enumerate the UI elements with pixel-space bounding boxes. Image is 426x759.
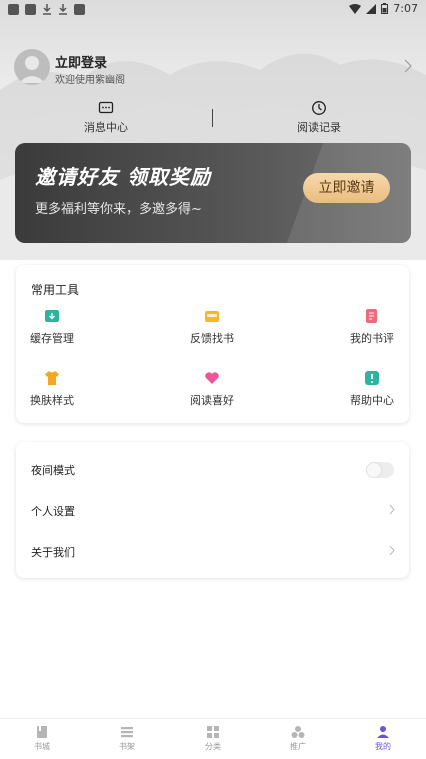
tool-feedback-find-book[interactable]: 反馈找书 <box>162 308 262 346</box>
profile-login-row[interactable]: 立即登录 欢迎使用紫幽阁 <box>14 49 412 89</box>
reading-history-label: 阅读记录 <box>297 121 341 134</box>
message-icon <box>98 101 114 114</box>
download-box-icon <box>45 310 59 322</box>
common-tools-card: 常用工具 缓存管理 反馈找书 我的书评 换肤样式 阅读喜好 帮助中心 <box>16 265 409 423</box>
settings-card: 夜间模式 个人设置 关于我们 <box>16 442 409 578</box>
reading-history-link[interactable]: 阅读记录 <box>259 100 379 135</box>
list-icon <box>121 727 133 738</box>
tool-change-skin[interactable]: 换肤样式 <box>2 370 102 408</box>
bottom-navigation: 书城 书架 分类 推广 我的 <box>0 718 426 759</box>
sim-icon <box>74 4 85 15</box>
download-icon <box>43 4 51 15</box>
message-center-link[interactable]: 消息中心 <box>46 100 166 135</box>
about-us-label: 关于我们 <box>31 546 75 559</box>
section-title: 常用工具 <box>31 283 80 297</box>
tool-cache-manage[interactable]: 缓存管理 <box>2 308 102 346</box>
banner-subtitle: 更多福利等你来，多邀多得~ <box>35 202 202 217</box>
grid-icon <box>207 726 219 738</box>
personal-settings-row[interactable]: 个人设置 <box>16 491 409 531</box>
download-icon <box>59 4 67 15</box>
nav-bookstore[interactable]: 书城 <box>12 725 72 752</box>
login-label[interactable]: 立即登录 <box>55 52 107 71</box>
nav-label: 书架 <box>119 742 135 751</box>
user-silhouette-icon <box>19 56 45 83</box>
tool-label: 阅读喜好 <box>190 394 234 407</box>
notification-icon <box>8 4 19 15</box>
quick-links: 消息中心 阅读记录 <box>0 100 426 140</box>
divider <box>212 109 213 127</box>
tool-label: 反馈找书 <box>190 332 234 345</box>
chevron-right-icon <box>389 545 395 556</box>
tool-help-center[interactable]: 帮助中心 <box>322 370 422 408</box>
battery-icon <box>381 3 389 14</box>
message-center-label: 消息中心 <box>84 121 128 134</box>
help-icon <box>365 371 379 385</box>
edit-doc-icon <box>366 309 377 323</box>
tool-label: 缓存管理 <box>30 332 74 345</box>
banner-title: 邀请好友 领取奖励 <box>35 165 211 189</box>
signal-icon <box>366 3 377 14</box>
wifi-icon <box>349 3 362 14</box>
tool-label: 我的书评 <box>350 332 394 345</box>
night-mode-row: 夜间模式 <box>16 450 409 490</box>
status-bar: 7:07 <box>0 0 426 18</box>
clock-icon <box>312 101 326 115</box>
chevron-right-icon[interactable] <box>404 59 412 73</box>
nav-category[interactable]: 分类 <box>183 725 243 752</box>
status-time: 7:07 <box>393 2 418 15</box>
notification-icon <box>25 4 36 15</box>
nav-bookshelf[interactable]: 书架 <box>97 725 157 752</box>
night-mode-toggle[interactable] <box>366 462 394 478</box>
invite-banner[interactable]: 邀请好友 领取奖励 更多福利等你来，多邀多得~ 立即邀请 <box>15 143 411 243</box>
tool-my-reviews[interactable]: 我的书评 <box>322 308 422 346</box>
avatar[interactable] <box>14 49 50 85</box>
personal-settings-label: 个人设置 <box>31 505 75 518</box>
nav-mine[interactable]: 我的 <box>353 725 413 752</box>
about-us-row[interactable]: 关于我们 <box>16 532 409 572</box>
nav-label: 书城 <box>34 742 50 751</box>
share-icon <box>291 726 305 738</box>
invite-now-button[interactable]: 立即邀请 <box>303 173 390 203</box>
book-icon <box>37 726 47 738</box>
nav-label: 分类 <box>205 742 221 751</box>
heart-icon <box>205 372 219 384</box>
nav-label: 推广 <box>290 742 306 751</box>
tool-label: 帮助中心 <box>350 394 394 407</box>
chevron-right-icon <box>389 504 395 515</box>
nav-label: 我的 <box>375 742 391 751</box>
nav-promote[interactable]: 推广 <box>268 725 328 752</box>
folder-icon <box>205 311 219 322</box>
shirt-icon <box>45 371 59 385</box>
user-icon <box>377 726 389 738</box>
tool-label: 换肤样式 <box>30 394 74 407</box>
night-mode-label: 夜间模式 <box>31 464 75 477</box>
welcome-text: 欢迎使用紫幽阁 <box>55 75 125 86</box>
tool-reading-preference[interactable]: 阅读喜好 <box>162 370 262 408</box>
